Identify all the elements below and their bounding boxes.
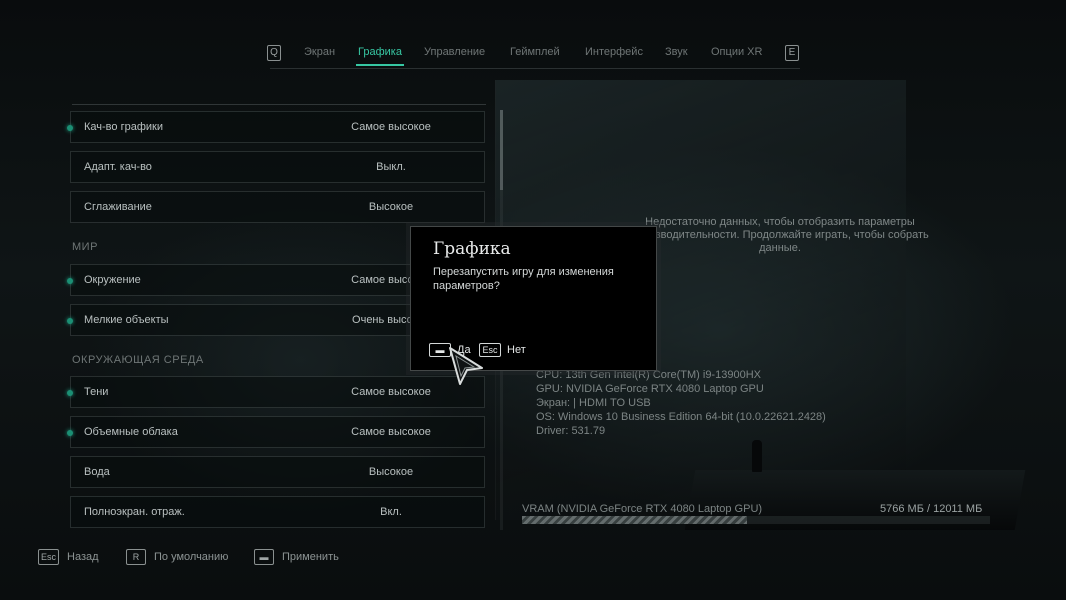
tab-gameplay[interactable]: Геймплей [510,46,560,58]
settings-tab-bar: Q Экран Графика Управление Геймплей Инте… [0,44,1066,64]
setting-value[interactable]: Высокое [331,466,451,478]
setting-label: Окружение [84,274,141,286]
esc-key-icon: Esc [38,548,60,565]
tab-controls[interactable]: Управление [424,46,485,58]
setting-value[interactable]: Самое высокое [331,386,451,398]
section-world-heading: МИР [72,241,98,253]
changed-indicator [67,430,73,436]
active-tab-indicator [356,64,404,66]
changed-indicator [67,278,73,284]
tab-graphics[interactable]: Графика [358,46,402,58]
setting-label: Вода [84,466,110,478]
prev-tab-key[interactable]: Q [267,45,281,61]
back-label: Назад [67,550,99,563]
setting-row-graphics-quality[interactable]: Кач-во графики Самое высокое [67,111,485,143]
setting-row-volumetric-clouds[interactable]: Объемные облака Самое высокое [67,416,485,448]
setting-row-adaptive-quality[interactable]: Адапт. кач-во Выкл. [70,151,485,183]
vram-usage-fill [522,516,747,524]
section-environment-heading: ОКРУЖАЮЩАЯ СРЕДА [72,354,204,366]
setting-value[interactable]: Выкл. [331,161,451,173]
changed-indicator [67,125,73,131]
setting-label: Полноэкран. отраж. [84,506,185,518]
setting-label: Мелкие объекты [84,314,169,326]
space-key-icon: ▬ [254,548,274,565]
system-info: CPU: 13th Gen Intel(R) Core(TM) i9-13900… [536,368,826,438]
setting-label: Тени [84,386,109,398]
tab-xr-options[interactable]: Опции XR [711,46,762,58]
screen-info: Экран: | HDMI TO USB [536,397,651,409]
apply-hint[interactable]: ▬ Применить [254,548,339,565]
setting-label: Объемные облака [84,426,178,438]
apply-label: Применить [282,550,339,563]
setting-label: Сглаживание [84,201,152,213]
reset-default-label: По умолчанию [154,550,229,563]
tab-interface[interactable]: Интерфейс [585,46,643,58]
dialog-no-label: Нет [507,343,526,356]
vram-usage-bar [522,516,990,524]
nav-divider [270,68,800,69]
setting-row-screen-space-reflections[interactable]: Полноэкран. отраж. Вкл. [70,496,485,528]
setting-value[interactable]: Самое высокое [331,426,451,438]
dialog-title: Графика [433,239,511,259]
os-info: OS: Windows 10 Business Edition 64-bit (… [536,411,826,423]
changed-indicator [67,318,73,324]
tab-screen[interactable]: Экран [304,46,335,58]
changed-indicator [67,390,73,396]
setting-row-anti-aliasing[interactable]: Сглаживание Высокое [70,191,485,223]
vram-value: 5766 МБ / 12011 МБ [880,503,983,515]
setting-value[interactable]: Самое высокое [331,121,451,133]
restart-dialog: Графика Перезапустить игру для изменения… [406,222,661,375]
driver-info: Driver: 531.79 [536,425,606,437]
setting-value[interactable]: Высокое [331,201,451,213]
setting-value[interactable]: Вкл. [331,506,451,518]
back-hint[interactable]: Esc Назад [38,548,99,565]
settings-scrollbar-thumb[interactable] [500,110,503,190]
reset-default-hint[interactable]: R По умолчанию [126,548,229,565]
gpu-info: GPU: NVIDIA GeForce RTX 4080 Laptop GPU [536,383,764,395]
setting-row-water[interactable]: Вода Высокое [70,456,485,488]
r-key-icon: R [126,548,146,565]
mouse-cursor-icon [449,347,483,385]
list-top-divider [72,104,486,105]
tab-sound[interactable]: Звук [665,46,688,58]
next-tab-key[interactable]: E [785,45,799,61]
vram-label: VRAM (NVIDIA GeForce RTX 4080 Laptop GPU… [522,503,763,515]
setting-row-shadows[interactable]: Тени Самое высокое [67,376,485,408]
setting-label: Кач-во графики [84,121,163,133]
dialog-message: Перезапустить игру для изменения парамет… [433,266,614,292]
setting-label: Адапт. кач-во [84,161,152,173]
performance-info-message: Недостаточно данных, чтобы отобразить па… [631,216,929,254]
background-figure [752,440,762,472]
dialog-no-button[interactable]: Esc Нет [479,341,526,357]
